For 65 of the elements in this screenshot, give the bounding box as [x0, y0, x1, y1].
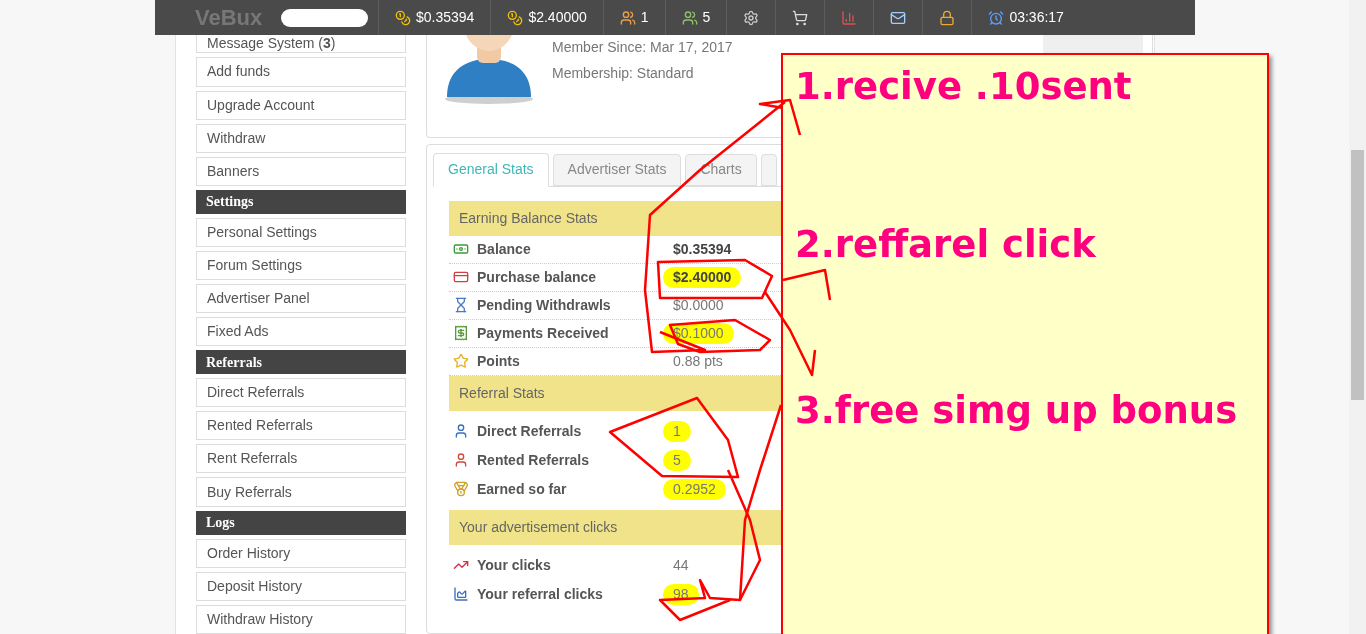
sidebar-item[interactable]: Add funds — [196, 57, 406, 87]
sidebar-item[interactable]: Direct Referrals — [196, 378, 406, 408]
stat-value: $0.35394 — [673, 239, 732, 259]
member-since-text: Member Since: Mar 17, 2017 — [552, 38, 733, 57]
hourglass-icon — [453, 297, 469, 314]
topbar-item[interactable]: $0.35394 — [378, 0, 491, 35]
stat-value: $0.0000 — [673, 295, 724, 315]
sidebar-heading: Settings — [196, 189, 406, 214]
stat-label: Pending Withdrawls — [477, 295, 612, 315]
note-text: 3.free simg up bonus — [795, 389, 1239, 433]
stat-label: Rented Referrals — [477, 450, 591, 470]
sidebar-item[interactable]: Rented Referrals — [196, 411, 406, 441]
membership-text: Membership: Standard — [552, 64, 695, 83]
sidebar-item[interactable]: Advertiser Panel — [196, 284, 406, 314]
sidebar-item[interactable]: Order History — [196, 538, 406, 568]
medal-icon — [453, 481, 469, 498]
sidebar-item[interactable]: Upgrade Account — [196, 90, 406, 120]
stat-label: Points — [477, 351, 521, 371]
sidebar-item[interactable]: Message System (3) — [196, 35, 406, 54]
users-icon — [681, 9, 698, 26]
cart-icon — [792, 9, 809, 26]
stat-label: Earned so far — [477, 479, 568, 499]
stat-value: 5 — [663, 449, 691, 471]
stat-label: Your referral clicks — [477, 584, 604, 604]
sidebar-item[interactable]: Banners — [196, 156, 406, 186]
stat-value: 0.2952 — [663, 478, 726, 500]
stat-value: 0.88 pts — [673, 351, 723, 371]
stat-value: $2.40000 — [663, 266, 742, 288]
alarm-clock-icon — [988, 9, 1005, 26]
users-icon — [619, 9, 636, 26]
topbar-item[interactable]: 1 — [602, 0, 665, 35]
settings-icon — [743, 9, 760, 26]
sidebar-item[interactable]: Withdraw — [196, 123, 406, 153]
scrollbar-thumb[interactable] — [1351, 150, 1364, 400]
stat-label: Your clicks — [477, 555, 552, 575]
sidebar-item[interactable]: Rent Referrals — [196, 444, 406, 474]
sidebar-item[interactable]: Fixed Ads — [196, 317, 406, 347]
note-text: 2.reffarel click — [795, 223, 1097, 267]
lock-icon — [939, 9, 956, 26]
coins-icon — [507, 9, 524, 26]
sidebar-item[interactable]: Forum Settings — [196, 250, 406, 280]
sidebar-heading: Logs — [196, 510, 406, 535]
sidebar-item[interactable]: Withdraw History — [196, 604, 406, 634]
stat-label: Balance — [477, 239, 532, 259]
stat-value: 1 — [663, 420, 691, 442]
stat-label: Purchase balance — [477, 267, 598, 287]
bar-chart-icon — [841, 9, 858, 26]
receipt-icon — [453, 325, 469, 342]
note-text: 1.recive .10sent — [795, 65, 1133, 109]
star-icon — [453, 353, 469, 370]
user-icon — [453, 452, 469, 469]
topbar-item[interactable]: 5 — [664, 0, 727, 35]
user-icon — [453, 423, 469, 440]
stat-label: Payments Received — [477, 323, 610, 343]
topbar-item[interactable]: 03:36:17 — [971, 0, 1080, 35]
coins-icon — [395, 9, 411, 26]
sidebar-item[interactable]: Buy Referrals — [196, 477, 406, 507]
mail-icon — [890, 9, 907, 26]
sidebar-item[interactable]: Deposit History — [196, 571, 406, 601]
stat-value: 44 — [673, 555, 689, 575]
sidebar-heading: Referrals — [196, 350, 406, 375]
stat-label: Direct Referrals — [477, 421, 583, 441]
topbar-item[interactable]: $2.40000 — [490, 0, 603, 35]
area-chart-icon — [453, 586, 469, 603]
sidebar-item[interactable]: Personal Settings — [196, 217, 406, 247]
